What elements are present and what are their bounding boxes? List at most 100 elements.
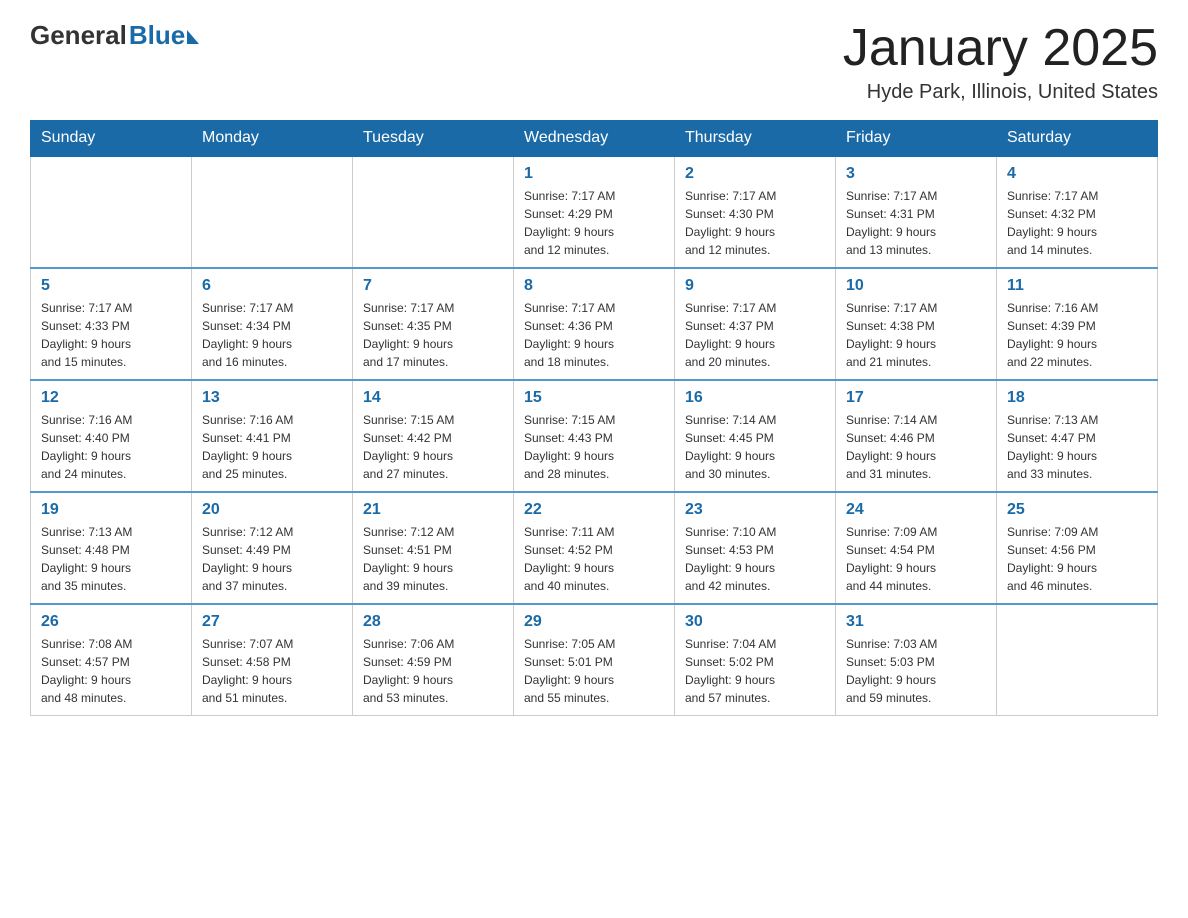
calendar-cell: 15 Sunrise: 7:15 AM Sunset: 4:43 PM Dayli… — [514, 380, 675, 492]
day-number: 6 — [202, 277, 342, 295]
day-info: Sunrise: 7:13 AM Sunset: 4:48 PM Dayligh… — [41, 523, 181, 595]
calendar-cell: 11 Sunrise: 7:16 AM Sunset: 4:39 PM Dayli… — [997, 268, 1158, 380]
calendar-cell: 31Sunrise: 7:03 AM Sunset: 5:03 PM Dayli… — [836, 604, 997, 716]
day-number: 26 — [41, 613, 181, 631]
day-number: 11 — [1007, 277, 1147, 295]
logo: General Blue — [30, 20, 199, 51]
calendar-cell: 8Sunrise: 7:17 AM Sunset: 4:36 PM Daylig… — [514, 268, 675, 380]
day-number: 20 — [202, 501, 342, 519]
calendar-cell: 30Sunrise: 7:04 AM Sunset: 5:02 PM Dayli… — [675, 604, 836, 716]
day-number: 29 — [524, 613, 664, 631]
logo-arrow-icon — [187, 30, 199, 44]
calendar-cell: 7 Sunrise: 7:17 AM Sunset: 4:35 PM Daylig… — [353, 268, 514, 380]
day-info: Sunrise: 7:17 AM Sunset: 4:36 PM Dayligh… — [524, 299, 664, 371]
day-info: Sunrise: 7:14 AM Sunset: 4:45 PM Dayligh… — [685, 411, 825, 483]
day-info: Sunrise: 7:17 AM Sunset: 4:32 PM Dayligh… — [1007, 187, 1147, 259]
calendar-cell: 29Sunrise: 7:05 AM Sunset: 5:01 PM Dayli… — [514, 604, 675, 716]
calendar-header-row: SundayMondayTuesdayWednesdayThursdayFrid… — [31, 121, 1158, 157]
day-info: Sunrise: 7:10 AM Sunset: 4:53 PM Dayligh… — [685, 523, 825, 595]
calendar-cell: 14Sunrise: 7:15 AM Sunset: 4:42 PM Dayli… — [353, 380, 514, 492]
day-number: 13 — [202, 389, 342, 407]
day-of-week-header: Tuesday — [353, 121, 514, 157]
calendar-cell: 25 Sunrise: 7:09 AM Sunset: 4:56 PM Dayli… — [997, 492, 1158, 604]
day-number: 9 — [685, 277, 825, 295]
calendar-cell: 5 Sunrise: 7:17 AM Sunset: 4:33 PM Daylig… — [31, 268, 192, 380]
calendar-cell: 18 Sunrise: 7:13 AM Sunset: 4:47 PM Dayli… — [997, 380, 1158, 492]
day-number: 15 — [524, 389, 664, 407]
day-info: Sunrise: 7:16 AM Sunset: 4:41 PM Dayligh… — [202, 411, 342, 483]
day-number: 5 — [41, 277, 181, 295]
day-info: Sunrise: 7:17 AM Sunset: 4:38 PM Dayligh… — [846, 299, 986, 371]
calendar-cell — [353, 156, 514, 268]
day-info: Sunrise: 7:16 AM Sunset: 4:40 PM Dayligh… — [41, 411, 181, 483]
calendar-cell: 13 Sunrise: 7:16 AM Sunset: 4:41 PM Dayli… — [192, 380, 353, 492]
day-info: Sunrise: 7:11 AM Sunset: 4:52 PM Dayligh… — [524, 523, 664, 595]
calendar-week-row: 26 Sunrise: 7:08 AM Sunset: 4:57 PM Dayli… — [31, 604, 1158, 716]
day-number: 18 — [1007, 389, 1147, 407]
calendar-week-row: 12 Sunrise: 7:16 AM Sunset: 4:40 PM Dayli… — [31, 380, 1158, 492]
calendar-title: January 2025 — [843, 20, 1158, 77]
calendar-cell: 16 Sunrise: 7:14 AM Sunset: 4:45 PM Dayli… — [675, 380, 836, 492]
calendar-week-row: 1Sunrise: 7:17 AM Sunset: 4:29 PM Daylig… — [31, 156, 1158, 268]
day-info: Sunrise: 7:08 AM Sunset: 4:57 PM Dayligh… — [41, 635, 181, 707]
calendar-week-row: 19Sunrise: 7:13 AM Sunset: 4:48 PM Dayli… — [31, 492, 1158, 604]
day-of-week-header: Friday — [836, 121, 997, 157]
day-number: 12 — [41, 389, 181, 407]
day-info: Sunrise: 7:09 AM Sunset: 4:54 PM Dayligh… — [846, 523, 986, 595]
day-info: Sunrise: 7:15 AM Sunset: 4:43 PM Dayligh… — [524, 411, 664, 483]
day-number: 1 — [524, 165, 664, 183]
calendar-cell: 21 Sunrise: 7:12 AM Sunset: 4:51 PM Dayli… — [353, 492, 514, 604]
day-number: 21 — [363, 501, 503, 519]
day-of-week-header: Monday — [192, 121, 353, 157]
day-info: Sunrise: 7:13 AM Sunset: 4:47 PM Dayligh… — [1007, 411, 1147, 483]
day-number: 28 — [363, 613, 503, 631]
calendar-cell: 28 Sunrise: 7:06 AM Sunset: 4:59 PM Dayli… — [353, 604, 514, 716]
day-info: Sunrise: 7:16 AM Sunset: 4:39 PM Dayligh… — [1007, 299, 1147, 371]
day-info: Sunrise: 7:06 AM Sunset: 4:59 PM Dayligh… — [363, 635, 503, 707]
day-info: Sunrise: 7:17 AM Sunset: 4:31 PM Dayligh… — [846, 187, 986, 259]
day-info: Sunrise: 7:03 AM Sunset: 5:03 PM Dayligh… — [846, 635, 986, 707]
day-info: Sunrise: 7:07 AM Sunset: 4:58 PM Dayligh… — [202, 635, 342, 707]
logo-general: General — [30, 20, 127, 51]
day-info: Sunrise: 7:17 AM Sunset: 4:33 PM Dayligh… — [41, 299, 181, 371]
day-number: 4 — [1007, 165, 1147, 183]
calendar-cell — [997, 604, 1158, 716]
calendar-cell: 4 Sunrise: 7:17 AM Sunset: 4:32 PM Daylig… — [997, 156, 1158, 268]
calendar-cell: 10Sunrise: 7:17 AM Sunset: 4:38 PM Dayli… — [836, 268, 997, 380]
day-number: 7 — [363, 277, 503, 295]
day-number: 25 — [1007, 501, 1147, 519]
calendar-week-row: 5 Sunrise: 7:17 AM Sunset: 4:33 PM Daylig… — [31, 268, 1158, 380]
logo-blue: Blue — [129, 20, 185, 51]
day-info: Sunrise: 7:04 AM Sunset: 5:02 PM Dayligh… — [685, 635, 825, 707]
calendar-table: SundayMondayTuesdayWednesdayThursdayFrid… — [30, 120, 1158, 716]
calendar-cell — [31, 156, 192, 268]
day-info: Sunrise: 7:17 AM Sunset: 4:30 PM Dayligh… — [685, 187, 825, 259]
day-info: Sunrise: 7:17 AM Sunset: 4:35 PM Dayligh… — [363, 299, 503, 371]
day-number: 23 — [685, 501, 825, 519]
day-number: 27 — [202, 613, 342, 631]
calendar-cell: 9Sunrise: 7:17 AM Sunset: 4:37 PM Daylig… — [675, 268, 836, 380]
day-of-week-header: Thursday — [675, 121, 836, 157]
calendar-cell: 12 Sunrise: 7:16 AM Sunset: 4:40 PM Dayli… — [31, 380, 192, 492]
calendar-cell — [192, 156, 353, 268]
calendar-cell: 1Sunrise: 7:17 AM Sunset: 4:29 PM Daylig… — [514, 156, 675, 268]
day-of-week-header: Wednesday — [514, 121, 675, 157]
calendar-cell: 22 Sunrise: 7:11 AM Sunset: 4:52 PM Dayli… — [514, 492, 675, 604]
day-number: 14 — [363, 389, 503, 407]
calendar-cell: 19Sunrise: 7:13 AM Sunset: 4:48 PM Dayli… — [31, 492, 192, 604]
calendar-cell: 26 Sunrise: 7:08 AM Sunset: 4:57 PM Dayli… — [31, 604, 192, 716]
title-group: January 2025 Hyde Park, Illinois, United… — [843, 20, 1158, 104]
day-info: Sunrise: 7:09 AM Sunset: 4:56 PM Dayligh… — [1007, 523, 1147, 595]
calendar-cell: 27 Sunrise: 7:07 AM Sunset: 4:58 PM Dayli… — [192, 604, 353, 716]
day-info: Sunrise: 7:17 AM Sunset: 4:34 PM Dayligh… — [202, 299, 342, 371]
day-info: Sunrise: 7:12 AM Sunset: 4:51 PM Dayligh… — [363, 523, 503, 595]
day-number: 22 — [524, 501, 664, 519]
calendar-cell: 2Sunrise: 7:17 AM Sunset: 4:30 PM Daylig… — [675, 156, 836, 268]
page-header: General Blue January 2025 Hyde Park, Ill… — [30, 20, 1158, 104]
day-of-week-header: Saturday — [997, 121, 1158, 157]
calendar-cell: 3Sunrise: 7:17 AM Sunset: 4:31 PM Daylig… — [836, 156, 997, 268]
calendar-cell: 23 Sunrise: 7:10 AM Sunset: 4:53 PM Dayli… — [675, 492, 836, 604]
calendar-cell: 24Sunrise: 7:09 AM Sunset: 4:54 PM Dayli… — [836, 492, 997, 604]
day-info: Sunrise: 7:14 AM Sunset: 4:46 PM Dayligh… — [846, 411, 986, 483]
day-number: 16 — [685, 389, 825, 407]
